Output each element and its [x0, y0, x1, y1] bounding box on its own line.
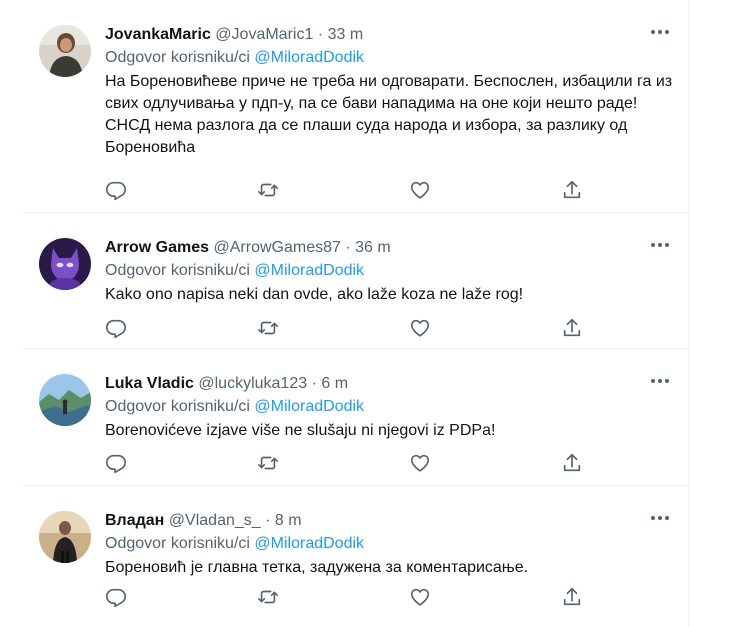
display-name[interactable]: Arrow Games	[105, 239, 209, 256]
reply-icon[interactable]	[105, 586, 127, 608]
reply-prefix: Odgovor korisniku/ci	[105, 535, 250, 552]
tweet-header: Arrow Games @ArrowGames87 · 36 m	[105, 237, 675, 258]
action-bar	[105, 586, 585, 608]
timestamp[interactable]: 6 m	[321, 375, 348, 392]
avatar[interactable]	[39, 25, 91, 77]
share-icon[interactable]	[561, 586, 583, 608]
tweet[interactable]: Владан @Vladan_s_ · 8 m Odgovor korisnik…	[23, 486, 689, 627]
like-icon[interactable]	[409, 586, 431, 608]
tweet-header: Luka Vladic @luckyluka123 · 6 m	[105, 373, 675, 394]
tweet-text: Бореновић је главна тетка, задужена за к…	[105, 559, 529, 576]
user-handle[interactable]: @JovaMaric1	[215, 26, 313, 43]
retweet-icon[interactable]	[257, 586, 279, 608]
tweet-header: JovankaMaric @JovaMaric1 · 33 m	[105, 24, 675, 45]
mention-link[interactable]: @MiloradDodik	[254, 398, 364, 415]
display-name[interactable]: Владан	[105, 512, 164, 529]
like-icon[interactable]	[409, 179, 431, 201]
more-options-icon[interactable]	[645, 508, 675, 528]
reply-context: Odgovor korisniku/ci @MiloradDodik	[105, 260, 675, 281]
action-bar	[105, 452, 585, 474]
action-bar	[105, 317, 585, 339]
avatar[interactable]	[39, 511, 91, 563]
timestamp[interactable]: 8 m	[275, 512, 302, 529]
tweet-text: На Бореновићеве приче не треба ни одгова…	[105, 73, 673, 156]
share-icon[interactable]	[561, 452, 583, 474]
like-icon[interactable]	[409, 317, 431, 339]
reply-icon[interactable]	[105, 317, 127, 339]
more-options-icon[interactable]	[645, 235, 675, 255]
reply-prefix: Odgovor korisniku/ci	[105, 49, 250, 66]
separator: ·	[265, 512, 271, 529]
separator: ·	[345, 239, 351, 256]
avatar[interactable]	[39, 238, 91, 290]
reply-context: Odgovor korisniku/ci @MiloradDodik	[105, 396, 675, 417]
timestamp[interactable]: 36 m	[355, 239, 391, 256]
share-icon[interactable]	[561, 179, 583, 201]
reply-icon[interactable]	[105, 179, 127, 201]
tweet-text: Borenovićeve izjave više ne slušaju ni n…	[105, 422, 496, 439]
like-icon[interactable]	[409, 452, 431, 474]
display-name[interactable]: JovankaMaric	[105, 26, 211, 43]
mention-link[interactable]: @MiloradDodik	[254, 535, 364, 552]
tweet[interactable]: Arrow Games @ArrowGames87 · 36 m Odgovor…	[23, 213, 689, 349]
display-name[interactable]: Luka Vladic	[105, 375, 194, 392]
separator: ·	[317, 26, 324, 43]
retweet-icon[interactable]	[257, 452, 279, 474]
timestamp[interactable]: 33 m	[328, 26, 364, 43]
reply-context: Odgovor korisniku/ci @MiloradDodik	[105, 47, 675, 68]
tweet-header: Владан @Vladan_s_ · 8 m	[105, 510, 675, 531]
retweet-icon[interactable]	[257, 317, 279, 339]
more-options-icon[interactable]	[645, 22, 675, 42]
user-handle[interactable]: @Vladan_s_	[169, 512, 261, 529]
reply-feed: JovankaMaric @JovaMaric1 · 33 m Odgovor …	[23, 0, 689, 627]
user-handle[interactable]: @ArrowGames87	[214, 239, 341, 256]
reply-prefix: Odgovor korisniku/ci	[105, 262, 250, 279]
tweet-text: Kako ono napisa neki dan ovde, ako laže …	[105, 286, 524, 303]
separator: ·	[311, 375, 317, 392]
action-bar	[105, 179, 585, 201]
tweet[interactable]: JovankaMaric @JovaMaric1 · 33 m Odgovor …	[23, 0, 689, 213]
tweet[interactable]: Luka Vladic @luckyluka123 · 6 m Odgovor …	[23, 349, 689, 486]
user-handle[interactable]: @luckyluka123	[198, 375, 307, 392]
avatar[interactable]	[39, 374, 91, 426]
more-options-icon[interactable]	[645, 371, 675, 391]
share-icon[interactable]	[561, 317, 583, 339]
reply-context: Odgovor korisniku/ci @MiloradDodik	[105, 533, 675, 554]
mention-link[interactable]: @MiloradDodik	[254, 49, 364, 66]
retweet-icon[interactable]	[257, 179, 279, 201]
reply-icon[interactable]	[105, 452, 127, 474]
mention-link[interactable]: @MiloradDodik	[254, 262, 364, 279]
reply-prefix: Odgovor korisniku/ci	[105, 398, 250, 415]
